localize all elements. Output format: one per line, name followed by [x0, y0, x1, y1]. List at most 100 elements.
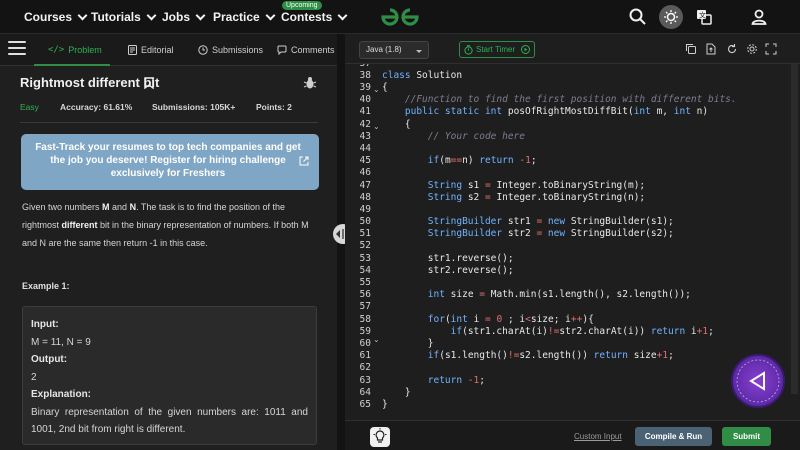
code-icon: </> — [48, 45, 65, 55]
settings-gear-icon[interactable] — [746, 43, 758, 55]
line-number: 53 — [359, 253, 371, 264]
file-upload-icon[interactable] — [705, 43, 717, 55]
problem-title: Rightmost different bit — [20, 75, 160, 90]
hiring-challenge-banner[interactable]: Fast-Track your resumes to top tech comp… — [21, 134, 319, 190]
submit-button[interactable]: Submit — [722, 427, 771, 446]
nav-practice[interactable]: Practice — [213, 10, 276, 24]
line-number: 49 — [359, 204, 371, 215]
start-timer-button[interactable]: Start Timer — [459, 41, 535, 58]
line-number: 48 — [359, 192, 371, 203]
tab-editorial[interactable]: Editorial — [128, 45, 174, 55]
chevron-down-icon — [195, 10, 206, 21]
tab-editorial-label: Editorial — [141, 45, 174, 55]
tab-comments-label: Comments — [291, 45, 335, 55]
code-line: //Function to find the first position wi… — [404, 94, 737, 105]
user-profile-icon[interactable] — [749, 7, 769, 27]
line-number: 63 — [359, 375, 371, 386]
search-icon[interactable] — [628, 7, 648, 27]
difficulty-label: Easy — [20, 102, 39, 112]
code-line: return -1; — [427, 375, 486, 386]
code-line: class Solution — [382, 70, 463, 81]
problem-description: Given two numbers M and N. The task is t… — [22, 198, 318, 252]
bookmark-icon[interactable] — [144, 77, 154, 89]
editor-scrollbar[interactable] — [791, 64, 798, 394]
nav-contests[interactable]: Contests — [281, 10, 348, 24]
code-editor[interactable]: 3738394041 4243444546 474849505152 53545556… — [345, 64, 800, 420]
line-number: 58 — [359, 314, 371, 325]
points-stat: Points: 2 — [256, 102, 292, 112]
line-number: 59 — [359, 326, 371, 337]
line-number: 60 — [359, 338, 371, 349]
translate-icon[interactable]: 文 — [694, 7, 714, 27]
svg-text:文: 文 — [699, 11, 706, 20]
code-line: str2.reverse(); — [382, 265, 514, 276]
copy-icon[interactable] — [685, 43, 697, 55]
fold-chevron-icon[interactable]: ⌄ — [373, 85, 380, 94]
code-line: StringBuilder str2 = new StringBuilder(s… — [427, 228, 674, 239]
language-select-value: Java (1.8) — [366, 45, 402, 54]
hint-button[interactable] — [370, 427, 390, 447]
tab-problem[interactable]: </> Problem — [48, 45, 102, 55]
document-icon — [128, 45, 137, 55]
caret-down-icon — [416, 50, 422, 53]
example-input-value: M = 11, N = 9 — [31, 336, 91, 348]
banner-text: Fast-Track your resumes to top tech comp… — [35, 142, 301, 179]
line-number: 43 — [359, 131, 371, 142]
code-line: String s2 = Integer.toBinaryString(n); — [427, 192, 646, 203]
code-line: int size = Math.min(s1.length(), s2.leng… — [427, 289, 691, 300]
example-explanation-text: Binary representation of the given numbe… — [31, 406, 308, 436]
clock-icon — [198, 45, 208, 55]
chevron-down-icon — [265, 10, 276, 21]
menu-icon[interactable] — [8, 41, 26, 57]
chevron-down-icon — [77, 10, 88, 21]
code-line: if(str1.charAt(i)!=str2.charAt(i)) retur… — [450, 326, 714, 337]
code-line: } — [382, 387, 411, 398]
tab-comments[interactable]: Comments — [277, 45, 335, 55]
fold-chevron-icon[interactable]: ⌄ — [373, 122, 380, 131]
fold-chevron-icon[interactable]: ⌄ — [373, 335, 380, 344]
line-number: 62 — [359, 362, 371, 373]
timer-icon — [464, 45, 473, 55]
custom-input-link[interactable]: Custom Input — [574, 432, 622, 441]
gfg-logo-icon[interactable] — [379, 5, 421, 29]
problem-panel: </> Problem Editorial Submissions Commen… — [0, 34, 337, 450]
language-select[interactable]: Java (1.8) — [359, 41, 429, 59]
nav-courses[interactable]: Courses — [24, 10, 88, 24]
editor-toolbar: Java (1.8) Start Timer — [345, 34, 800, 64]
example-title: Example 1: — [22, 281, 70, 291]
theme-toggle-button[interactable] — [659, 5, 683, 29]
line-number: 44 — [359, 143, 371, 154]
top-navbar: Courses Tutorials Jobs Practice Upcoming… — [0, 0, 800, 34]
example-output-value: 2 — [31, 371, 37, 383]
line-number: 51 — [359, 228, 371, 239]
active-tab-indicator — [34, 64, 110, 66]
code-line: { — [382, 82, 388, 93]
chevron-down-icon — [337, 10, 348, 21]
tab-submissions-label: Submissions — [212, 45, 264, 55]
fullscreen-icon[interactable] — [765, 43, 777, 55]
nav-jobs[interactable]: Jobs — [162, 10, 206, 24]
code-line: } — [382, 338, 434, 349]
code-line: } — [382, 399, 388, 410]
compile-run-button[interactable]: Compile & Run — [635, 427, 712, 446]
gfg-compiled-badge-icon[interactable] — [731, 354, 785, 408]
sun-icon — [664, 10, 678, 24]
nav-contests-label: Contests — [281, 10, 333, 24]
line-number: 57 — [359, 301, 371, 312]
editor-panel: Java (1.8) Start Timer 37383940414243444… — [345, 34, 800, 450]
line-number: 55 — [359, 277, 371, 288]
line-number-gutter: 3738394041 4243444546 474849505152 53545556… — [345, 64, 375, 420]
start-timer-label: Start Timer — [476, 45, 516, 54]
line-number: 37 — [345, 64, 371, 69]
nav-jobs-label: Jobs — [162, 10, 191, 24]
line-number: 64 — [359, 387, 371, 398]
reset-icon[interactable] — [726, 43, 738, 55]
comment-icon — [277, 45, 287, 55]
line-number: 54 — [359, 265, 371, 276]
bug-report-icon[interactable] — [303, 76, 317, 90]
line-number: 40 — [359, 94, 371, 105]
nav-tutorials[interactable]: Tutorials — [91, 10, 157, 24]
nav-courses-label: Courses — [24, 10, 73, 24]
tab-submissions[interactable]: Submissions — [198, 45, 263, 55]
code-line: StringBuilder str1 = new StringBuilder(s… — [427, 216, 674, 227]
